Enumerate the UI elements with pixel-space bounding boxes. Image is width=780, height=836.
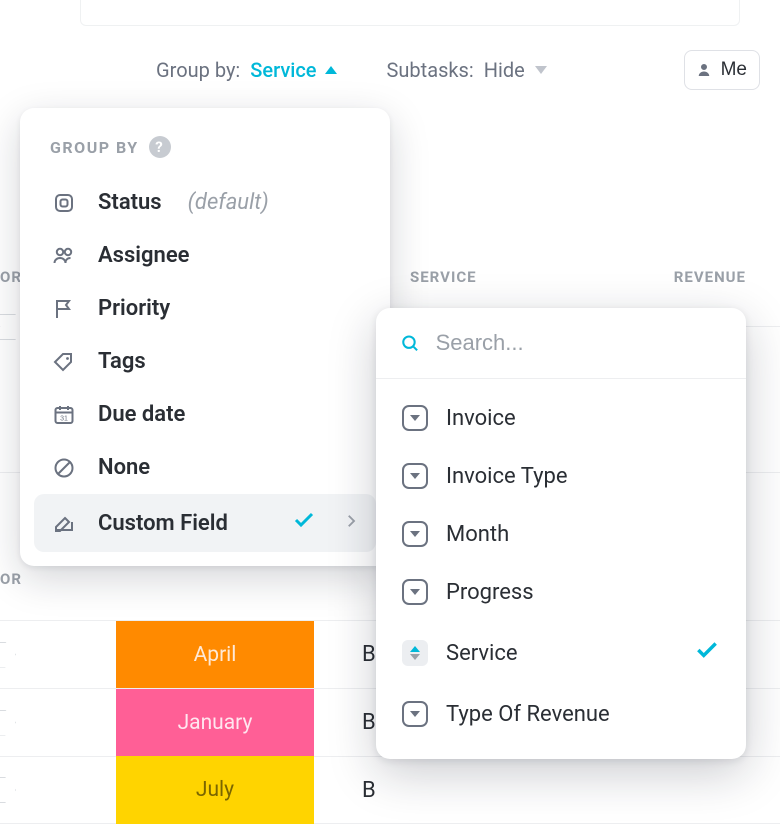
assignee-icon — [50, 244, 78, 268]
search-icon — [400, 332, 420, 354]
subtasks-control[interactable]: Subtasks: Hide — [387, 58, 547, 82]
group-by-item-none[interactable]: None — [34, 441, 376, 494]
row-handle[interactable] — [0, 777, 16, 803]
month-pill: April — [116, 621, 314, 689]
subtasks-label: Subtasks: — [387, 58, 474, 82]
group-by-item-label: Status — [98, 190, 162, 215]
subtasks-value: Hide — [484, 58, 525, 82]
custom-field-label: Invoice Type — [446, 464, 568, 489]
none-icon — [50, 456, 78, 480]
dropdown-field-icon — [402, 463, 428, 489]
col-service: SERVICE — [410, 268, 477, 286]
dropdown-field-icon — [402, 405, 428, 431]
group-by-item-assignee[interactable]: Assignee — [34, 229, 376, 282]
group-by-item-custom-field[interactable]: Custom Field — [34, 494, 376, 552]
caret-up-icon — [325, 66, 337, 74]
month-pill: July — [116, 756, 314, 824]
custom-field-label: Service — [446, 641, 518, 666]
custom-field-item-type-of-revenue[interactable]: Type Of Revenue — [384, 685, 738, 743]
month-label: July — [196, 778, 234, 802]
custom-field-label: Invoice — [446, 406, 516, 431]
search-input[interactable] — [436, 330, 722, 356]
col-revenue: REVENUE — [674, 268, 746, 286]
cell-b: B — [362, 642, 376, 667]
group-by-item-tags[interactable]: Tags — [34, 335, 376, 388]
group-by-item-suffix: (default) — [188, 190, 269, 215]
dropdown-field-icon — [402, 521, 428, 547]
check-icon — [694, 637, 720, 669]
custom-field-label: Progress — [446, 580, 534, 605]
row-handle[interactable] — [0, 642, 16, 668]
custom-field-item-invoice[interactable]: Invoice — [384, 389, 738, 447]
group-by-item-label: Assignee — [98, 243, 190, 268]
edit-icon — [50, 511, 78, 535]
status-icon — [50, 191, 78, 215]
help-icon[interactable]: ? — [149, 136, 171, 158]
table-row[interactable]: July B — [0, 756, 780, 824]
group-by-item-status[interactable]: Status (default) — [34, 176, 376, 229]
group-by-item-label: Due date — [98, 402, 185, 427]
custom-field-label: Type Of Revenue — [446, 702, 610, 727]
priority-flag-icon — [50, 297, 78, 321]
group-by-control[interactable]: Group by: Service — [156, 58, 337, 82]
group-by-dropdown: GROUP BY ? Status (default) Assignee Pri… — [20, 108, 390, 566]
group-by-title: GROUP BY ? — [34, 130, 376, 176]
group-by-item-label: Priority — [98, 296, 170, 321]
top-input-outline — [80, 0, 740, 26]
svg-text:31: 31 — [60, 415, 68, 422]
user-icon — [695, 61, 713, 79]
dropdown-field-icon — [402, 579, 428, 605]
tag-icon — [50, 350, 78, 374]
group-by-value[interactable]: Service — [250, 58, 336, 82]
calendar-icon: 31 — [50, 403, 78, 427]
custom-field-item-progress[interactable]: Progress — [384, 563, 738, 621]
row-handle[interactable] — [0, 710, 16, 736]
me-button[interactable]: Me — [684, 50, 760, 90]
group-by-item-label: None — [98, 455, 150, 480]
group-by-value-text: Service — [250, 58, 316, 82]
month-label: April — [194, 643, 237, 667]
month-pill: January — [116, 689, 314, 757]
custom-field-search[interactable] — [376, 308, 746, 379]
view-toolbar: Group by: Service Subtasks: Hide Me — [0, 40, 780, 100]
group-by-title-text: GROUP BY — [50, 138, 139, 157]
custom-field-label: Month — [446, 522, 509, 547]
me-button-label: Me — [721, 59, 747, 81]
cell-b: B — [362, 710, 376, 735]
group-by-item-label: Custom Field — [98, 511, 228, 536]
group-by-item-label: Tags — [98, 349, 146, 374]
group-by-label: Group by: — [156, 58, 240, 82]
caret-down-icon — [535, 66, 547, 74]
custom-field-item-service[interactable]: Service — [384, 621, 738, 685]
custom-field-list: Invoice Invoice Type Month Progress Serv… — [376, 379, 746, 759]
cell-b: B — [362, 778, 376, 803]
chevron-right-icon — [342, 511, 360, 536]
sort-arrows-icon — [402, 640, 428, 666]
group-by-item-due-date[interactable]: 31 Due date — [34, 388, 376, 441]
dropdown-field-icon — [402, 701, 428, 727]
custom-field-item-invoice-type[interactable]: Invoice Type — [384, 447, 738, 505]
custom-field-item-month[interactable]: Month — [384, 505, 738, 563]
col-partial-left-2: OR — [0, 570, 22, 588]
custom-field-popover: Invoice Invoice Type Month Progress Serv… — [376, 308, 746, 759]
group-by-item-priority[interactable]: Priority — [34, 282, 376, 335]
month-label: January — [178, 711, 253, 735]
check-icon — [292, 508, 316, 538]
